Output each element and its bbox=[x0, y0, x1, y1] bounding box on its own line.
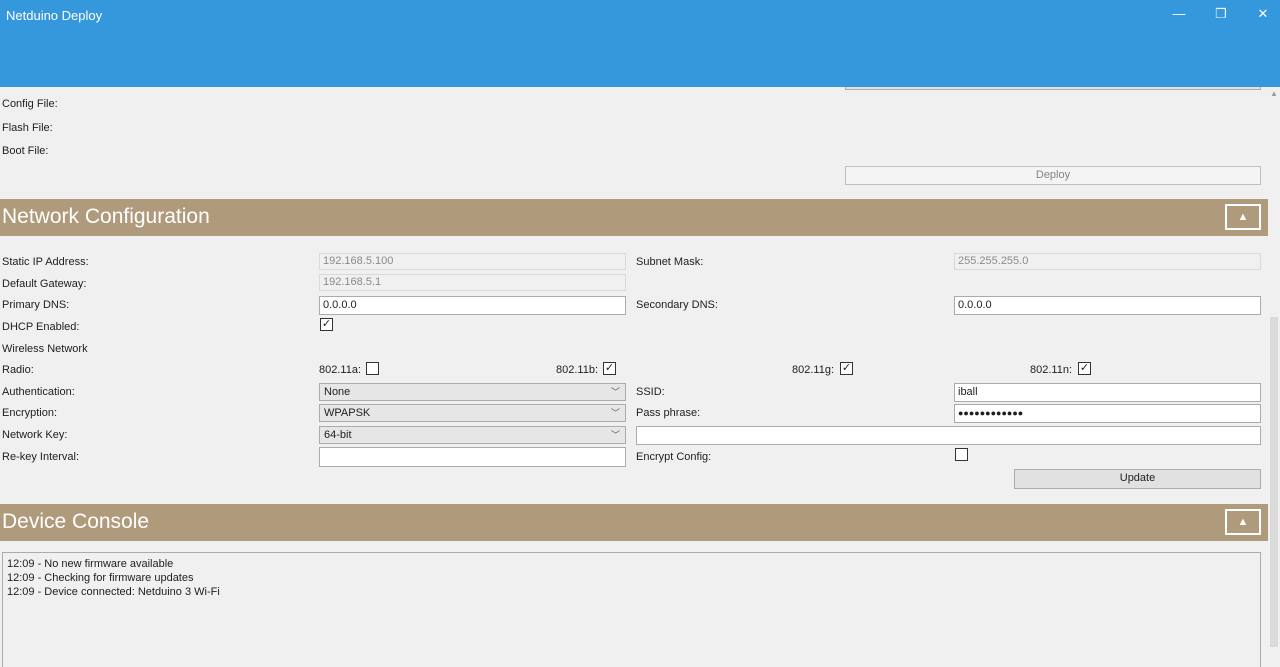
radio-802-11a-checkbox[interactable] bbox=[366, 362, 379, 375]
radio-802-11b-checkbox[interactable]: ✓ bbox=[603, 362, 616, 375]
default-gateway-label: Default Gateway: bbox=[2, 278, 87, 290]
encrypt-config-checkbox[interactable] bbox=[955, 448, 968, 461]
rekey-interval-field[interactable] bbox=[319, 447, 626, 467]
static-ip-field[interactable]: 192.168.5.100 bbox=[319, 253, 626, 270]
checkmark-icon: ✓ bbox=[1079, 362, 1090, 374]
authentication-select[interactable]: None ﹀ bbox=[319, 383, 626, 401]
primary-dns-field[interactable]: 0.0.0.0 bbox=[319, 296, 626, 315]
checkmark-icon: ✓ bbox=[604, 362, 615, 374]
console-line: 12:09 - Device connected: Netduino 3 Wi-… bbox=[7, 586, 220, 598]
update-button[interactable]: Update bbox=[1014, 469, 1261, 489]
vertical-scrollbar[interactable]: ▲ bbox=[1268, 87, 1280, 667]
checkmark-icon: ✓ bbox=[321, 318, 332, 330]
pass-phrase-field[interactable]: ●●●●●●●●●●●● bbox=[954, 404, 1261, 423]
static-ip-label: Static IP Address: bbox=[2, 256, 89, 268]
checkmark-icon: ✓ bbox=[841, 362, 852, 374]
window-title: Netduino Deploy bbox=[6, 8, 103, 23]
network-key-value: 64-bit bbox=[324, 429, 352, 441]
network-key-field[interactable] bbox=[636, 426, 1261, 445]
default-gateway-field[interactable]: 192.168.5.1 bbox=[319, 274, 626, 291]
network-config-header: Network Configuration ▲ bbox=[0, 199, 1268, 236]
pass-phrase-label: Pass phrase: bbox=[636, 407, 701, 419]
subnet-mask-field[interactable]: 255.255.255.0 bbox=[954, 253, 1261, 270]
dhcp-label: DHCP Enabled: bbox=[2, 321, 80, 333]
radio-802-11n-checkbox[interactable]: ✓ bbox=[1078, 362, 1091, 375]
network-collapse-button[interactable]: ▲ bbox=[1225, 204, 1261, 230]
dhcp-checkbox[interactable]: ✓ bbox=[320, 318, 333, 331]
restore-icon[interactable]: ❐ bbox=[1206, 4, 1236, 24]
radio-label: Radio: bbox=[2, 364, 34, 376]
scrollbar-thumb[interactable] bbox=[1270, 317, 1278, 647]
secondary-dns-label: Secondary DNS: bbox=[636, 299, 718, 311]
secondary-dns-field[interactable]: 0.0.0.0 bbox=[954, 296, 1261, 315]
radio-802-11b-label: 802.11b: bbox=[556, 364, 599, 376]
network-config-title: Network Configuration bbox=[2, 205, 210, 228]
console-line: 12:09 - Checking for firmware updates bbox=[7, 572, 194, 584]
primary-dns-label: Primary DNS: bbox=[2, 299, 70, 311]
device-console-header: Device Console ▲ bbox=[0, 504, 1268, 541]
deploy-button[interactable]: Deploy bbox=[845, 166, 1261, 185]
subnet-mask-label: Subnet Mask: bbox=[636, 256, 704, 268]
close-icon[interactable]: ✕ bbox=[1248, 4, 1278, 24]
radio-802-11g-checkbox[interactable]: ✓ bbox=[840, 362, 853, 375]
authentication-label: Authentication: bbox=[2, 386, 75, 398]
encryption-label: Encryption: bbox=[2, 407, 58, 419]
console-line: 12:09 - No new firmware available bbox=[7, 558, 174, 570]
radio-802-11n-label: 802.11n: bbox=[1030, 364, 1073, 376]
flash-file-label: Flash File: bbox=[2, 122, 53, 134]
encrypt-config-label: Encrypt Config: bbox=[636, 451, 712, 463]
authentication-value: None bbox=[324, 386, 351, 398]
boot-file-label: Boot File: bbox=[2, 145, 49, 157]
title-bar: Netduino Deploy — ❐ ✕ bbox=[0, 0, 1280, 87]
main-content: Config File: Flash File: Boot File: Depl… bbox=[0, 87, 1268, 667]
chevron-down-icon: ﹀ bbox=[610, 430, 620, 440]
console-output[interactable]: 12:09 - No new firmware available 12:09 … bbox=[2, 552, 1261, 667]
network-key-label: Network Key: bbox=[2, 429, 68, 441]
wireless-network-label: Wireless Network bbox=[2, 343, 88, 355]
config-file-label: Config File: bbox=[2, 98, 58, 110]
radio-802-11g-label: 802.11g: bbox=[792, 364, 835, 376]
encryption-value: WPAPSK bbox=[324, 407, 371, 419]
chevron-down-icon: ﹀ bbox=[610, 408, 620, 418]
radio-802-11a-label: 802.11a: bbox=[319, 364, 362, 376]
network-key-select[interactable]: 64-bit ﹀ bbox=[319, 426, 626, 444]
encryption-select[interactable]: WPAPSK ﹀ bbox=[319, 404, 626, 422]
ssid-field[interactable]: iball bbox=[954, 383, 1261, 402]
device-console-title: Device Console bbox=[2, 510, 150, 533]
browse-button-partial[interactable] bbox=[845, 87, 1261, 90]
rekey-interval-label: Re-key Interval: bbox=[2, 451, 80, 463]
chevron-down-icon: ﹀ bbox=[610, 387, 620, 397]
minimize-icon[interactable]: — bbox=[1164, 4, 1194, 24]
console-collapse-button[interactable]: ▲ bbox=[1225, 509, 1261, 535]
ssid-label: SSID: bbox=[636, 386, 665, 398]
scroll-up-icon[interactable]: ▲ bbox=[1268, 89, 1280, 99]
